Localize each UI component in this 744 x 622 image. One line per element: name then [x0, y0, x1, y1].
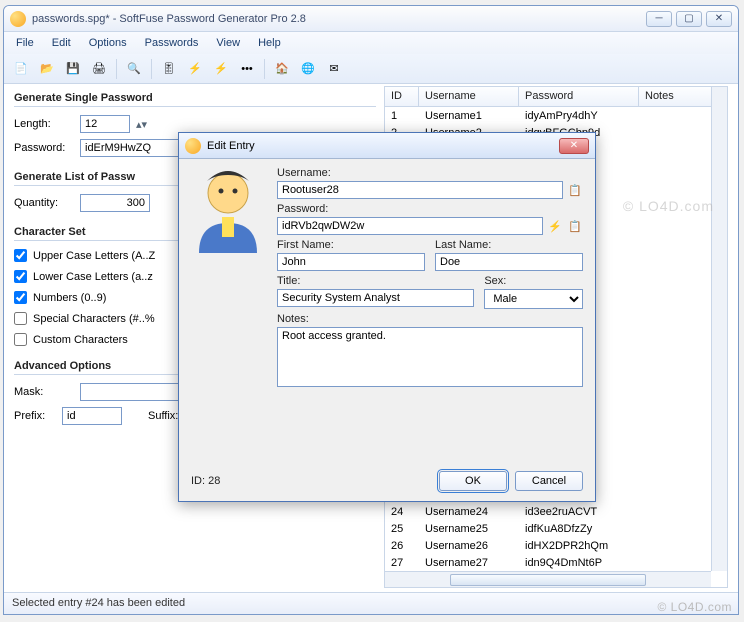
charset-label-2: Numbers (0..9)	[33, 292, 106, 304]
dlg-notes-textarea[interactable]: Root access granted.	[277, 327, 583, 387]
mail-icon[interactable]: ✉	[323, 58, 345, 80]
table-row[interactable]: 1Username1idyAmPry4dhY	[385, 107, 711, 124]
dlg-title-label: Title:	[277, 275, 474, 287]
save-icon[interactable]: 💾	[62, 58, 84, 80]
cancel-button[interactable]: Cancel	[515, 471, 583, 491]
menubar: File Edit Options Passwords View Help	[4, 32, 738, 54]
menu-passwords[interactable]: Passwords	[137, 34, 207, 52]
new-icon[interactable]: 📄	[10, 58, 32, 80]
dlg-lastname-input[interactable]	[435, 253, 583, 271]
charset-label-1: Lower Case Letters (a..z	[33, 271, 153, 283]
mask-icon[interactable]: •••	[236, 58, 258, 80]
charset-label-4: Custom Characters	[33, 334, 128, 346]
minimize-button[interactable]: ─	[646, 11, 672, 27]
copy-username-icon[interactable]: 📋	[567, 182, 583, 198]
charset-checkbox-4[interactable]	[14, 333, 27, 346]
dlg-lastname-label: Last Name:	[435, 239, 583, 251]
th-password[interactable]: Password	[519, 87, 639, 106]
dialog-close-button[interactable]: ✕	[559, 138, 589, 154]
dlg-id-label: ID: 28	[191, 475, 220, 487]
dlg-username-input[interactable]	[277, 181, 563, 199]
dialog-titlebar[interactable]: Edit Entry ✕	[179, 133, 595, 159]
mask-label: Mask:	[14, 386, 74, 398]
dlg-password-label: Password:	[277, 203, 583, 215]
dlg-title-input[interactable]	[277, 289, 474, 307]
dlg-password-input[interactable]	[277, 217, 543, 235]
menu-view[interactable]: View	[208, 34, 248, 52]
generate-list-icon[interactable]: ⚡	[210, 58, 232, 80]
length-input[interactable]	[80, 115, 130, 133]
quantity-input[interactable]	[80, 194, 150, 212]
prefix-input[interactable]	[62, 407, 122, 425]
menu-file[interactable]: File	[8, 34, 42, 52]
copy-password-icon[interactable]: 📋	[567, 218, 583, 234]
window-title: passwords.spg* - SoftFuse Password Gener…	[32, 13, 306, 25]
toolbar: 📄 📂 💾 🖨 🔍 🎚 ⚡ ⚡ ••• 🏠 🌐 ✉	[4, 54, 738, 84]
web-icon[interactable]: 🌐	[297, 58, 319, 80]
charset-label-3: Special Characters (#..%	[33, 313, 155, 325]
quantity-label: Quantity:	[14, 197, 74, 209]
table-row[interactable]: 24Username24id3ee2ruACVT	[385, 503, 711, 520]
th-username[interactable]: Username	[419, 87, 519, 106]
group-single-title: Generate Single Password	[14, 92, 376, 107]
table-header: ID Username Password Notes	[385, 87, 727, 107]
print-icon[interactable]: 🖨	[88, 58, 110, 80]
charset-checkbox-1[interactable]	[14, 270, 27, 283]
charset-checkbox-3[interactable]	[14, 312, 27, 325]
vertical-scrollbar[interactable]	[711, 87, 727, 571]
length-label: Length:	[14, 118, 74, 130]
password-label: Password:	[14, 142, 74, 154]
menu-help[interactable]: Help	[250, 34, 289, 52]
avatar-icon	[189, 167, 267, 253]
open-icon[interactable]: 📂	[36, 58, 58, 80]
dlg-notes-label: Notes:	[277, 313, 583, 325]
search-icon[interactable]: 🔍	[123, 58, 145, 80]
th-id[interactable]: ID	[385, 87, 419, 106]
charset-checkbox-0[interactable]	[14, 249, 27, 262]
window-controls: ─ ▢ ✕	[646, 11, 732, 27]
settings-icon[interactable]: 🎚	[158, 58, 180, 80]
dialog-icon	[185, 138, 201, 154]
password-output[interactable]	[80, 139, 180, 157]
status-bar: Selected entry #24 has been edited	[4, 592, 738, 614]
home-icon[interactable]: 🏠	[271, 58, 293, 80]
generate-password-icon[interactable]: ⚡	[547, 218, 563, 234]
charset-checkbox-2[interactable]	[14, 291, 27, 304]
titlebar: passwords.spg* - SoftFuse Password Gener…	[4, 6, 738, 32]
table-row[interactable]: 26Username26idHX2DPR2hQm	[385, 537, 711, 554]
menu-options[interactable]: Options	[81, 34, 135, 52]
app-icon	[10, 11, 26, 27]
charset-label-0: Upper Case Letters (A..Z	[33, 250, 155, 262]
dlg-firstname-input[interactable]	[277, 253, 425, 271]
generate-one-icon[interactable]: ⚡	[184, 58, 206, 80]
table-row[interactable]: 25Username25idfKuA8DfzZy	[385, 520, 711, 537]
prefix-label: Prefix:	[14, 410, 56, 422]
dialog-title: Edit Entry	[207, 140, 255, 152]
edit-entry-dialog: Edit Entry ✕ Username: 📋 Password: ⚡ 📋	[178, 132, 596, 502]
horizontal-scrollbar[interactable]	[385, 571, 711, 587]
dlg-sex-label: Sex:	[484, 275, 583, 287]
close-button[interactable]: ✕	[706, 11, 732, 27]
menu-edit[interactable]: Edit	[44, 34, 79, 52]
spinner-icon[interactable]: ▴▾	[136, 118, 147, 131]
dlg-firstname-label: First Name:	[277, 239, 425, 251]
table-row[interactable]: 27Username27idn9Q4DmNt6P	[385, 554, 711, 571]
dlg-username-label: Username:	[277, 167, 583, 179]
ok-button[interactable]: OK	[439, 471, 507, 491]
maximize-button[interactable]: ▢	[676, 11, 702, 27]
dlg-sex-select[interactable]: Male	[484, 289, 583, 309]
